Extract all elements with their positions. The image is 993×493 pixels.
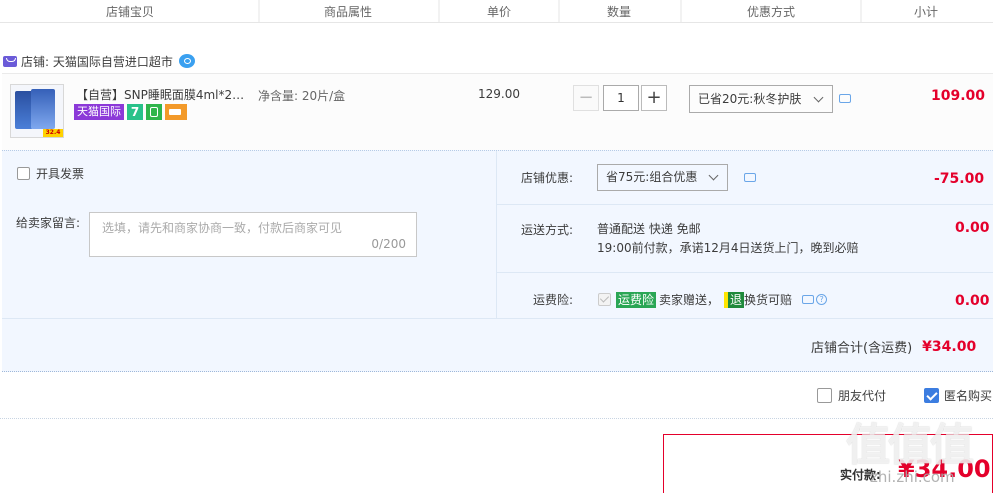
message-icon[interactable] bbox=[744, 173, 756, 182]
header-shop-items: 店铺宝贝 bbox=[106, 5, 155, 19]
header-divider bbox=[258, 0, 260, 22]
product-image-box bbox=[31, 89, 55, 129]
shop-name[interactable]: 店铺: 天猫国际自营进口超市 bbox=[21, 53, 173, 70]
header-promotion: 优惠方式 bbox=[747, 5, 796, 19]
guarantee-icon bbox=[146, 104, 162, 120]
insurance-label: 运费险: bbox=[533, 293, 574, 307]
insurance-text: 卖家赠送， bbox=[659, 293, 720, 307]
seller-note-placeholder: 选填，请先和商家协商一致，付款后商家可见 bbox=[102, 221, 343, 235]
invoice-option[interactable]: 开具发票 bbox=[17, 165, 84, 182]
wangwang-chat-icon[interactable] bbox=[178, 54, 195, 68]
unit-price: 129.00 bbox=[478, 87, 520, 101]
quantity-increase-button[interactable]: + bbox=[641, 85, 667, 111]
header-divider bbox=[680, 0, 682, 22]
watermark-url: zhi.zhi.com bbox=[870, 468, 955, 486]
seven-day-return-icon: 7 bbox=[127, 104, 143, 120]
item-promotion-select[interactable]: 已省20元:秋冬护肤 bbox=[689, 85, 833, 113]
help-icon[interactable]: ? bbox=[816, 294, 828, 305]
product-thumbnail[interactable]: 32.4 bbox=[10, 84, 64, 138]
tmall-shop-icon bbox=[3, 55, 17, 67]
shop-discount: -75.00 bbox=[934, 171, 985, 187]
quantity-decrease-button[interactable]: − bbox=[573, 85, 599, 111]
quantity-stepper: − + bbox=[573, 85, 667, 111]
shipping-line-1: 普通配送 快递 免邮 bbox=[597, 222, 701, 236]
header-quantity: 数量 bbox=[607, 5, 632, 19]
item-promotion-value: 已省20元:秋冬护肤 bbox=[698, 92, 802, 106]
friend-pay-label: 朋友代付 bbox=[838, 389, 887, 403]
divider bbox=[496, 151, 497, 319]
divider bbox=[497, 204, 993, 205]
insurance-row: 运费险 卖家赠送， 退 换货可赔 ? bbox=[598, 291, 828, 308]
cart-header: 店铺宝贝 商品属性 单价 数量 优惠方式 小计 bbox=[0, 0, 993, 23]
quantity-input[interactable] bbox=[603, 85, 639, 111]
divider bbox=[2, 318, 993, 319]
shipping-cost: 0.00 bbox=[955, 220, 990, 236]
header-divider bbox=[558, 0, 560, 22]
anonymous-label: 匿名购买 bbox=[944, 389, 993, 403]
product-badges: 天猫国际 7 bbox=[74, 104, 187, 120]
insurance-text-2: 换货可赔 bbox=[744, 293, 793, 307]
item-subtotal: 109.00 bbox=[931, 88, 986, 104]
chevron-down-icon bbox=[813, 92, 824, 103]
header-attributes: 商品属性 bbox=[324, 5, 373, 19]
header-divider bbox=[860, 0, 862, 22]
shipping-line-2: 19:00前付款，承诺12月4日送货上门，晚到必赔 bbox=[597, 241, 859, 255]
seller-note-input[interactable]: 选填，请先和商家协商一致，付款后商家可见 0/200 bbox=[89, 212, 417, 257]
divider bbox=[0, 418, 993, 420]
shop-promo-label: 店铺优惠: bbox=[521, 171, 574, 185]
message-icon[interactable] bbox=[839, 94, 851, 103]
watermark-logo: 值值值 bbox=[846, 420, 974, 471]
friend-pay-checkbox[interactable] bbox=[817, 388, 832, 403]
thumbnail-price-tag: 32.4 bbox=[43, 129, 63, 137]
friend-pay-option[interactable]: 朋友代付 bbox=[817, 387, 886, 404]
message-icon[interactable] bbox=[802, 295, 815, 304]
divider bbox=[497, 272, 993, 273]
invoice-label: 开具发票 bbox=[36, 167, 85, 181]
anonymous-checkbox[interactable] bbox=[924, 388, 939, 403]
shipping-label: 运送方式: bbox=[521, 223, 574, 237]
shop-total-amount: ¥34.00 bbox=[922, 338, 977, 355]
shipping-method: 普通配送 快递 免邮 19:00前付款，承诺12月4日送货上门，晚到必赔 bbox=[597, 220, 859, 258]
invoice-checkbox[interactable] bbox=[17, 167, 30, 180]
shop-promo-value: 省75元:组合优惠 bbox=[606, 170, 698, 184]
insurance-checkbox bbox=[598, 293, 611, 306]
chevron-down-icon bbox=[708, 170, 719, 181]
seller-note-counter: 0/200 bbox=[371, 237, 406, 251]
credit-card-icon bbox=[165, 104, 187, 120]
return-tag: 退 bbox=[724, 291, 745, 308]
shop-total-label: 店铺合计(含运费) bbox=[811, 341, 913, 356]
header-subtotal: 小计 bbox=[914, 5, 939, 19]
seller-note-label: 给卖家留言: bbox=[16, 216, 81, 230]
header-unit-price: 单价 bbox=[487, 5, 512, 19]
header-divider bbox=[438, 0, 440, 22]
shop-line: 店铺: 天猫国际自营进口超市 bbox=[3, 52, 195, 70]
insurance-cost: 0.00 bbox=[955, 293, 990, 309]
anonymous-option[interactable]: 匿名购买 bbox=[924, 387, 992, 404]
tmall-global-badge: 天猫国际 bbox=[74, 104, 124, 120]
shop-total: 店铺合计(含运费) ¥34.00 bbox=[811, 337, 977, 357]
product-title[interactable]: 【自营】SNP睡眠面膜4ml*20... bbox=[76, 86, 251, 103]
shop-promo-select[interactable]: 省75元:组合优惠 bbox=[597, 164, 728, 191]
product-attribute: 净含量: 20片/盒 bbox=[258, 89, 346, 103]
insurance-tag: 运费险 bbox=[616, 291, 657, 308]
